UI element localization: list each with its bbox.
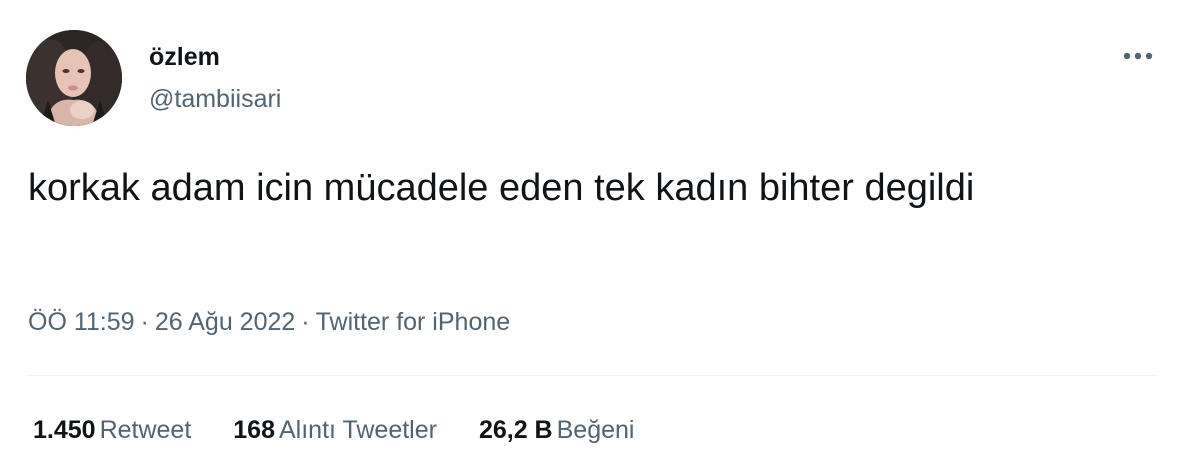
user-handle[interactable]: @tambiisari: [149, 84, 281, 114]
tweet-text: korkak adam icin mücadele eden tek kadın…: [28, 167, 975, 209]
tweet-timestamp-time[interactable]: ÖÖ 11:59: [28, 308, 135, 336]
quote-tweets-count-link[interactable]: 168 Alıntı Tweetler: [233, 414, 437, 446]
likes-count-link[interactable]: 26,2 B Beğeni: [479, 414, 635, 446]
stat-count: 1.450: [33, 416, 96, 444]
engagement-stats: 1.450 Retweet 168 Alıntı Tweetler 26,2 B Be…: [33, 414, 676, 446]
retweet-count-link[interactable]: 1.450 Retweet: [33, 414, 191, 446]
tweet-timestamp-date[interactable]: 26 Ağu 2022: [155, 308, 295, 336]
stat-count: 168: [233, 416, 275, 444]
avatar-photo: [26, 30, 122, 126]
divider: [26, 375, 1158, 376]
more-horizontal-icon: [1123, 52, 1153, 60]
more-options-button[interactable]: [1118, 40, 1158, 72]
stat-label: Alıntı Tweetler: [279, 416, 437, 444]
tweet-metadata: ÖÖ 11:59 · 26 Ağu 2022 · Twitter for iPhone: [28, 306, 510, 338]
meta-separator: ·: [140, 308, 149, 336]
tweet-source-link[interactable]: Twitter for iPhone: [316, 308, 511, 336]
stat-label: Beğeni: [556, 416, 635, 444]
stat-label: Retweet: [99, 416, 192, 444]
display-name[interactable]: özlem: [149, 42, 220, 72]
meta-separator: ·: [301, 308, 310, 336]
avatar[interactable]: [26, 30, 122, 126]
stat-count: 26,2 B: [478, 416, 553, 444]
tweet-card: özlem @tambiisari korkak adam icin mücad…: [0, 0, 1184, 472]
